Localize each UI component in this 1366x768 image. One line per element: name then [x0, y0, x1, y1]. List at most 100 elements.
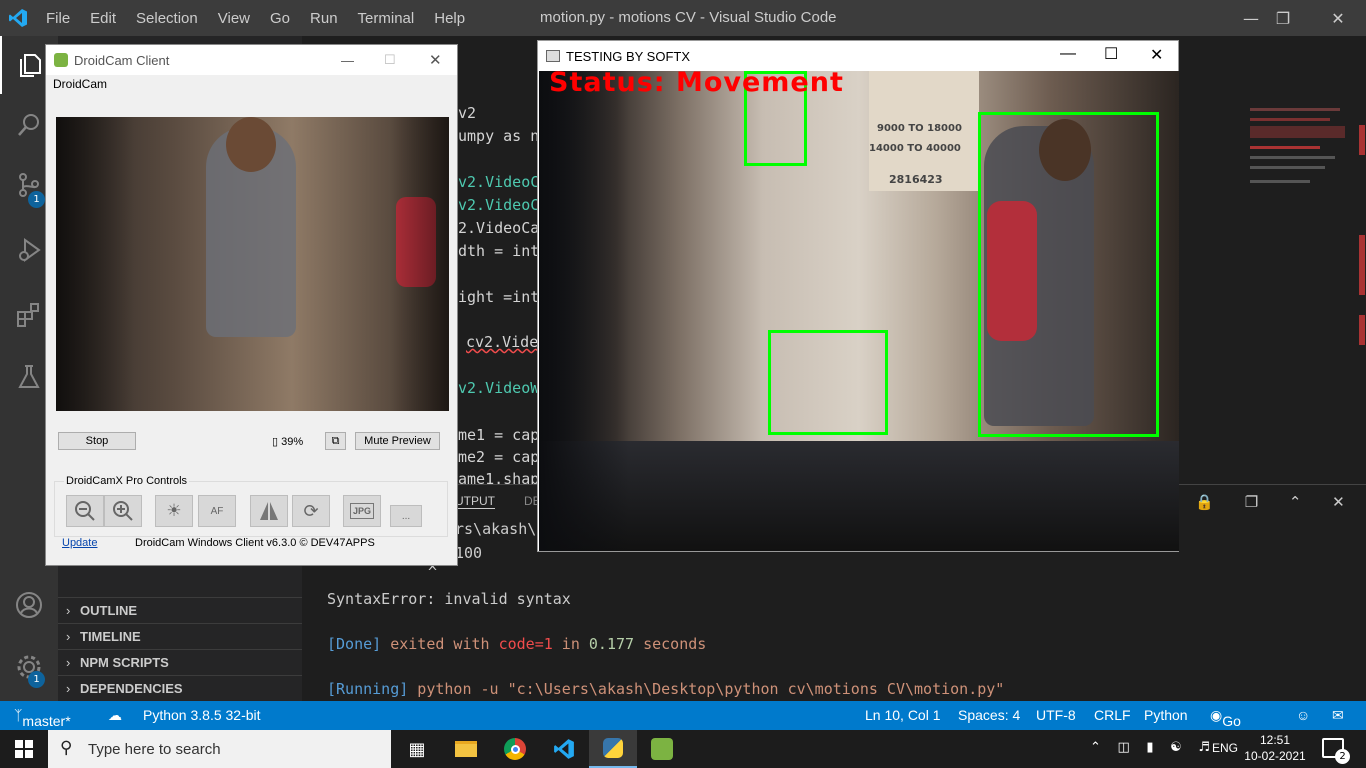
menu-run[interactable]: Run [300, 10, 348, 27]
mirror-icon[interactable] [250, 495, 288, 527]
task-view-icon[interactable]: ▦ [393, 730, 441, 768]
code-line: v2 [458, 104, 477, 122]
clock-date: 10-02-2021 [1244, 749, 1306, 763]
python-taskbar-icon[interactable] [589, 730, 637, 768]
more-options-button[interactable]: ... [390, 505, 422, 527]
window-title: motion.py - motions CV - Visual Studio C… [540, 9, 837, 26]
minimap[interactable] [1248, 100, 1348, 210]
droidcam-taskbar-icon[interactable] [638, 730, 686, 768]
zoom-out-icon[interactable] [66, 495, 104, 527]
vscode-titlebar: File Edit Selection View Go Run Terminal… [0, 0, 1366, 36]
sidebar-section-outline[interactable]: › OUTLINE [58, 597, 302, 623]
notifications-bell-icon[interactable]: ✉ [1332, 707, 1344, 724]
opencv-title: TESTING BY SOFTX [566, 48, 691, 64]
droidcam-preview-image [56, 117, 449, 411]
manage-gear-icon[interactable]: 1 [0, 638, 58, 696]
file-explorer-icon[interactable] [442, 730, 490, 768]
phone-battery-icon: ▯ [272, 436, 279, 448]
zoom-in-icon[interactable] [104, 495, 142, 527]
chevron-up-icon[interactable]: ⌃ [1289, 493, 1302, 511]
go-live[interactable]: ◉ Go Live [1210, 707, 1248, 745]
menu-go[interactable]: Go [260, 10, 300, 27]
end-of-line[interactable]: CRLF [1094, 707, 1131, 723]
droidcam-titlebar: DroidCam Client — ☐ ✕ [46, 45, 457, 75]
phone-battery: ▯ 39% [272, 435, 303, 448]
search-placeholder: Type here to search [88, 740, 221, 758]
search-icon: ⚲ [60, 738, 73, 757]
encoding[interactable]: UTF-8 [1036, 707, 1076, 723]
python-interpreter[interactable]: Python 3.8.5 32-bit [143, 707, 261, 723]
close-icon[interactable]: ✕ [1150, 45, 1163, 65]
droidcam-window[interactable]: DroidCam Client — ☐ ✕ DroidCam Stop ▯ 39… [45, 44, 458, 566]
mute-preview-button[interactable]: Mute Preview [355, 432, 440, 450]
source-control-badge: 1 [28, 191, 45, 208]
tray-chevron-up-icon[interactable]: ⌃ [1090, 740, 1101, 755]
code-line: v2.VideoC [458, 196, 540, 214]
indentation[interactable]: Spaces: 4 [958, 707, 1020, 723]
stop-button[interactable]: Stop [58, 432, 136, 450]
clock[interactable]: 12:51 10-02-2021 [1240, 732, 1310, 764]
sidebar-section-timeline[interactable]: › TIMELINE [58, 623, 302, 649]
code-line: ame1.shap [458, 470, 540, 484]
feedback-icon[interactable]: ☺ [1296, 707, 1310, 723]
close-icon[interactable]: ✕ [1315, 0, 1361, 36]
menu-terminal[interactable]: Terminal [348, 10, 425, 27]
lock-icon[interactable]: 🔒 [1195, 493, 1214, 511]
chevron-right-icon: › [66, 681, 71, 696]
taskbar-search-box[interactable]: ⚲ Type here to search [48, 730, 391, 768]
accounts-icon[interactable] [0, 576, 58, 634]
menu-help[interactable]: Help [424, 10, 475, 27]
restore-icon[interactable]: ❐ [1260, 0, 1306, 36]
tray-device-icon[interactable]: ◫ [1117, 740, 1129, 755]
battery-percent: 39% [281, 436, 304, 448]
droidcam-menu[interactable]: DroidCam [53, 77, 107, 91]
branch-status[interactable]: ᛉ master* [14, 707, 71, 729]
autofocus-button[interactable]: AF [198, 495, 236, 527]
chevron-right-icon: › [66, 629, 71, 644]
update-link[interactable]: Update [62, 537, 97, 549]
status-overlay-text: Status: Movement [549, 67, 844, 98]
windows-start-icon[interactable] [0, 730, 48, 768]
menu-file[interactable]: File [36, 10, 80, 27]
input-language[interactable]: ENG [1212, 741, 1238, 755]
close-panel-icon[interactable]: ✕ [1332, 493, 1345, 511]
opencv-app-icon [546, 50, 560, 62]
done-code: code=1 [498, 635, 553, 653]
snapshot-jpg-icon[interactable]: JPG [343, 495, 381, 527]
chrome-icon[interactable] [491, 730, 539, 768]
running-cmd: python -u "c:\Users\akash\Desktop\python… [408, 680, 1005, 698]
sync-icon[interactable]: ☁ [108, 707, 122, 724]
sidebar-section-npm-scripts[interactable]: › NPM SCRIPTS [58, 649, 302, 675]
menu-edit[interactable]: Edit [80, 10, 126, 27]
opencv-window[interactable]: TESTING BY SOFTX — ☐ ✕ 9000 TO 18000 140… [537, 40, 1179, 552]
brightness-icon[interactable]: ☀ [155, 495, 193, 527]
maximize-icon[interactable]: ☐ [384, 52, 396, 68]
running-tag: [Running] [327, 680, 409, 698]
code-line: 2.VideoCa [458, 219, 540, 237]
menu-selection[interactable]: Selection [126, 10, 208, 27]
close-icon[interactable]: ✕ [429, 51, 442, 69]
popout-icon[interactable]: ⧉ [325, 432, 346, 450]
motion-detection-frame: 9000 TO 18000 14000 TO 40000 2816423 Sta… [539, 67, 1179, 551]
action-center-icon[interactable]: 2 [1322, 738, 1350, 764]
menu-view[interactable]: View [208, 10, 260, 27]
cursor-position[interactable]: Ln 10, Col 1 [865, 707, 941, 723]
volume-icon[interactable]: ♬ [1198, 740, 1210, 755]
droidcam-title: DroidCam Client [74, 52, 170, 68]
overview-ruler [1355, 115, 1366, 515]
window-ledge [539, 441, 1179, 551]
vscode-taskbar-icon[interactable] [540, 730, 588, 768]
pro-controls-label: DroidCamX Pro Controls [64, 475, 190, 487]
motion-box [978, 112, 1159, 437]
minimize-icon[interactable]: — [1060, 45, 1076, 63]
wifi-icon[interactable]: ☯ [1170, 740, 1182, 755]
sidebar-section-dependencies[interactable]: › DEPENDENCIES [58, 675, 302, 701]
minimize-icon[interactable]: — [341, 53, 354, 68]
tab-output[interactable]: UTPUT [455, 494, 495, 509]
maximize-icon[interactable]: ☐ [1104, 44, 1118, 64]
language-mode[interactable]: Python [1144, 707, 1188, 723]
rotate-icon[interactable]: ⟳ [292, 495, 330, 527]
battery-icon[interactable]: ▮ [1146, 740, 1153, 755]
copy-icon[interactable]: ❐ [1245, 493, 1258, 511]
jpg-label: JPG [349, 503, 374, 519]
